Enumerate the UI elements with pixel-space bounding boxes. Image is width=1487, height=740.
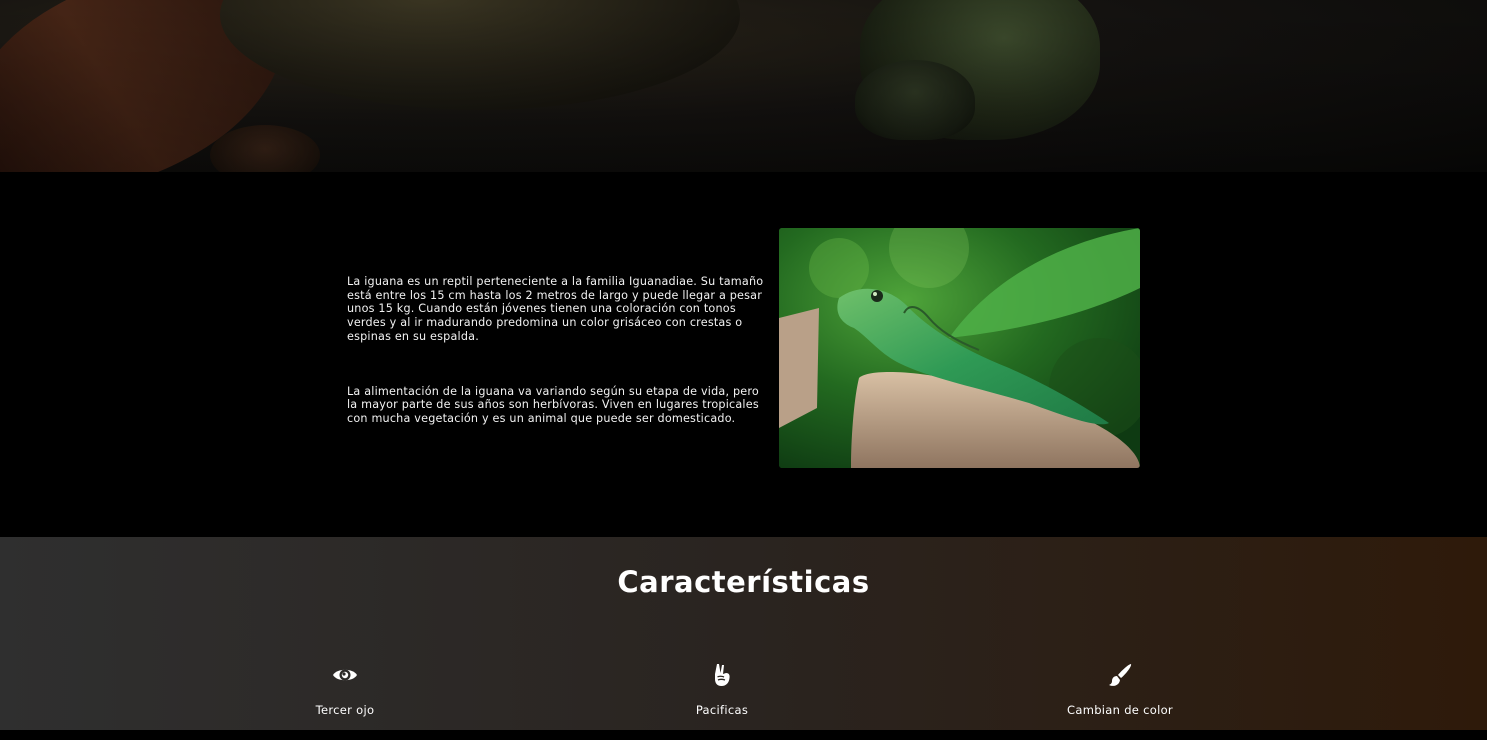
iguana-photo	[779, 228, 1140, 468]
hero-banner-image	[0, 0, 1487, 172]
feature-label: Tercer ojo	[315, 703, 375, 717]
feature-label: Pacificas	[695, 703, 749, 717]
intro-paragraph-1: La iguana es un reptil perteneciente a l…	[347, 275, 764, 343]
eye-icon	[331, 661, 359, 689]
intro-section: La iguana es un reptil perteneciente a l…	[0, 172, 1487, 537]
features-title: Características	[617, 565, 870, 599]
peace-hand-icon	[708, 661, 736, 689]
bottom-divider	[0, 730, 1487, 740]
feature-item-tercer-ojo: Tercer ojo	[235, 661, 455, 717]
intro-paragraph-2: La alimentación de la iguana va variando…	[347, 384, 759, 425]
feature-item-pacificas: Pacificas	[612, 661, 832, 717]
feature-label: Cambian de color	[1067, 703, 1173, 717]
features-section: Características Tercer ojo Pacificas Cam…	[0, 537, 1487, 730]
feature-item-cambian-de-color: Cambian de color	[1010, 661, 1230, 717]
intro-text: La iguana es un reptil perteneciente a l…	[347, 275, 772, 467]
hero-shade	[0, 0, 1487, 172]
paint-brush-icon	[1106, 661, 1134, 689]
